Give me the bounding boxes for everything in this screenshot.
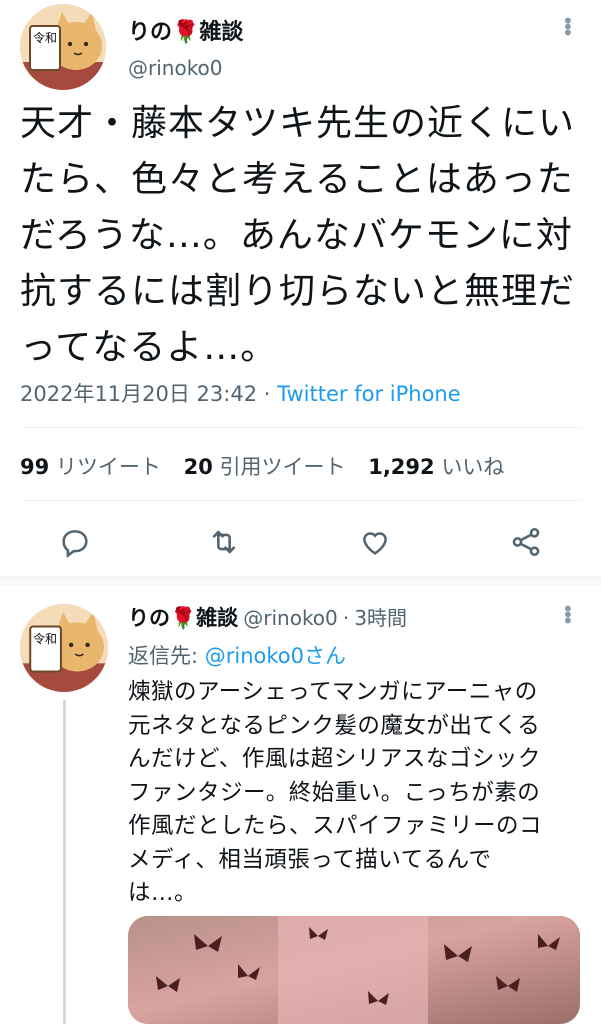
- heart-icon[interactable]: [355, 522, 395, 562]
- reply-more-options-icon[interactable]: • • •: [562, 599, 574, 631]
- replying-to: 返信先: @rinoko0さん: [128, 640, 346, 670]
- reply-text-line: んだけど、作風は超シリアスなゴシック: [128, 746, 541, 772]
- reply-dot: ·: [342, 606, 350, 630]
- media-image[interactable]: [128, 916, 580, 1024]
- thread-line: [63, 700, 66, 1024]
- section-separator: [0, 576, 601, 586]
- author-handle[interactable]: @rinoko0: [128, 56, 223, 80]
- reply-text-line: ファンタジー。終始重い。こっちが素の: [128, 779, 541, 806]
- avatar-badge-text: 令和: [33, 632, 58, 646]
- avatar-badge-text: 令和: [33, 31, 58, 45]
- tweet-stats: 99 リツイート 20 引用ツイート 1,292 いいね: [20, 451, 504, 481]
- author-name[interactable]: りの🌹雑談: [128, 14, 243, 46]
- retweets-stat[interactable]: 99 リツイート: [20, 455, 161, 479]
- reply-text-line: メディ、相当頑張って描いてるんで: [128, 846, 492, 873]
- tweet-text-line: たら、色々と考えることはあった: [20, 159, 574, 200]
- reply-author-handle[interactable]: @rinoko0: [243, 606, 338, 630]
- share-icon[interactable]: [506, 522, 546, 562]
- source-link[interactable]: Twitter for iPhone: [277, 382, 461, 406]
- replying-to-mention[interactable]: @rinoko0さん: [205, 644, 346, 668]
- tweet-text-line: ってなるよ…。: [20, 327, 278, 368]
- reply-header: りの🌹雑談 @rinoko0 · 3時間: [128, 602, 407, 632]
- reply-text-line: は…。: [128, 880, 198, 906]
- quotes-stat[interactable]: 20 引用ツイート: [184, 455, 346, 479]
- timestamp[interactable]: 2022年11月20日 23:42: [20, 382, 257, 406]
- reply-text-line: 元ネタとなるピンク髪の魔女が出てくる: [128, 712, 541, 739]
- likes-stat[interactable]: 1,292 いいね: [368, 455, 504, 479]
- reply-text-line: 煉獄のアーシェってマンガにアーニャの: [128, 679, 538, 705]
- tweet-text-line: 抗するには割り切らないと無理だ: [20, 271, 576, 312]
- butterfly-artwork-image: [128, 916, 580, 1024]
- cat-avatar-image: [20, 604, 108, 692]
- cat-avatar-image: [20, 4, 106, 90]
- reply-author-name[interactable]: りの🌹雑談: [128, 606, 238, 630]
- tweet-meta: 2022年11月20日 23:42 · Twitter for iPhone: [20, 378, 461, 408]
- avatar[interactable]: 令和: [20, 4, 106, 90]
- tweet-text-line: 天才・藤本タツキ先生の近くにい: [20, 103, 576, 144]
- replying-prefix: 返信先:: [128, 644, 205, 668]
- reply-avatar[interactable]: 令和: [20, 604, 108, 692]
- reply-time[interactable]: 3時間: [354, 606, 407, 630]
- reply-text-line: 作風だとしたら、スパイファミリーのコ: [128, 813, 543, 839]
- meta-separator: ·: [263, 382, 271, 406]
- reply-icon[interactable]: [55, 522, 95, 562]
- tweet-text-line: だろうな…。あんなバケモンに対: [20, 215, 573, 256]
- tweet-text: 天才・藤本タツキ先生の近くにい たら、色々と考えることはあった だろうな…。あん…: [20, 96, 590, 376]
- reply-text: 煉獄のアーシェってマンガにアーニャの 元ネタとなるピンク髪の魔女が出てくる んだ…: [128, 676, 588, 911]
- divider: [20, 427, 581, 428]
- more-options-icon[interactable]: • • •: [562, 11, 574, 43]
- divider: [20, 500, 581, 501]
- retweet-icon[interactable]: [204, 522, 244, 562]
